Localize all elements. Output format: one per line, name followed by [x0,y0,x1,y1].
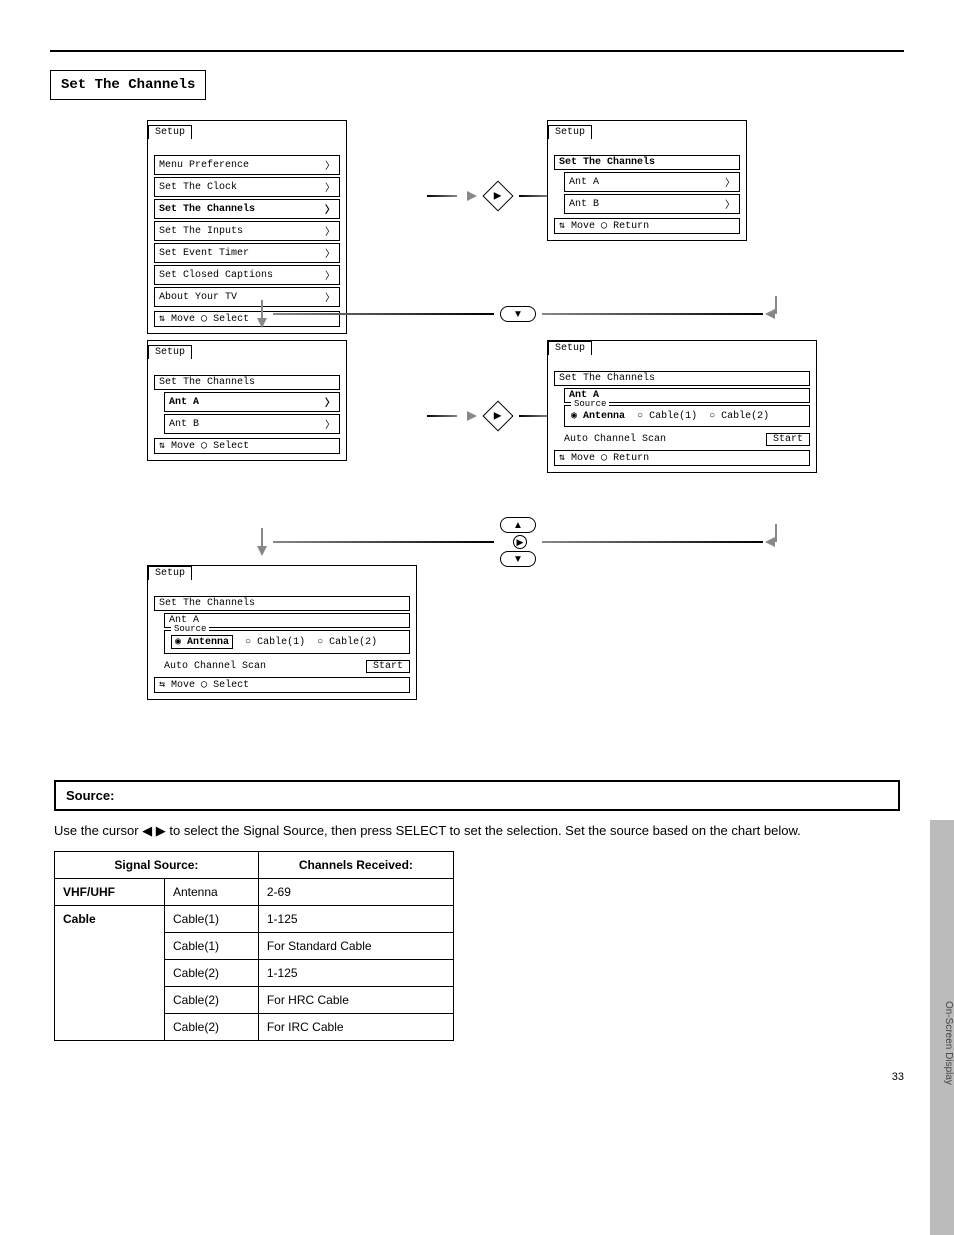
scan-label: Auto Channel Scan [164,661,266,672]
menu-footer: ⇆Move ◯Select [154,677,410,693]
submenu-title: Set The Channels [154,375,340,390]
menu-set-channels-sel: Setup Set The Channels Ant A〉 Ant B〉 ⇅Mo… [147,340,347,461]
leftright-icon: ⇆ [159,679,165,691]
fieldset-legend: Source [171,624,209,634]
chevron-right-icon: 〉 [325,245,335,261]
submenu-title: Set The Channels [554,371,810,386]
cursor-right-icon: ▶ [482,400,513,431]
chevron-right-icon: 〉 [325,223,335,239]
source-paragraph: Use the cursor ◀ ▶ to select the Signal … [54,821,900,841]
menu-item-selected[interactable]: Ant A〉 [164,392,340,412]
route-loop-2: ▲ ▶ ▼ [257,515,777,569]
route-loop-1: ▼ [257,300,777,328]
submenu-title: Set The Channels [154,596,410,611]
menu-ant-a-panel: Setup Set The Channels Ant A Source ◉ An… [547,340,817,473]
chevron-right-icon: 〉 [325,179,335,195]
menu-tab: Setup [148,345,192,359]
chevron-right-icon: 〉 [325,157,335,173]
chevron-right-icon: 〉 [725,196,735,212]
menu-item[interactable]: Ant B〉 [564,194,740,214]
radio-option[interactable]: ○ Cable(2) [709,411,769,422]
start-button[interactable]: Start [366,660,410,673]
menu-item[interactable]: Menu Preference〉 [154,155,340,175]
table-cell: Cable(1) [165,932,259,959]
menu-tab: Setup [548,125,592,139]
chevron-right-icon: 〉 [325,267,335,283]
table-cell: For IRC Cable [258,1013,453,1040]
cursor-down-pill: ▼ [500,551,536,567]
select-icon: ◯ [601,452,607,464]
table-cell: Cable(2) [165,1013,259,1040]
flow-diagram: Setup Menu Preference〉 Set The Clock〉 Se… [77,120,877,770]
table-cell: For HRC Cable [258,986,453,1013]
page-number: 33 [892,1071,904,1083]
menu-set-channels: Setup Set The Channels Ant A〉 Ant B〉 ⇅Mo… [547,120,747,241]
menu-ant-a-panel-2: Setup Set The Channels Ant A Source ◉ An… [147,565,417,700]
radio-option-selected[interactable]: ◉ Antenna [171,635,233,649]
divider [50,50,904,52]
menu-item[interactable]: Set The Clock〉 [154,177,340,197]
menu-footer: ⇅Move ◯Select [154,438,340,454]
updown-icon: ⇅ [559,452,565,464]
table-cell: Antenna [165,878,259,905]
source-table: Signal Source: Channels Received: VHF/UH… [54,851,454,1041]
menu-item[interactable]: Ant A〉 [564,172,740,192]
chevron-right-icon: 〉 [725,174,735,190]
section-heading: Set The Channels [50,70,206,100]
scan-label: Auto Channel Scan [564,434,666,445]
updown-icon: ⇅ [559,220,565,232]
table-cell: Cable [55,905,165,1040]
table-cell: 1-125 [258,959,453,986]
select-icon: ◯ [201,679,207,691]
select-icon: ◯ [601,220,607,232]
cursor-right-icon: ▶ [156,823,166,838]
cursor-up-pill: ▲ [500,517,536,533]
table-cell: VHF/UHF [55,878,165,905]
table-header: Signal Source: [55,851,259,878]
menu-item-selected[interactable]: Set The Channels〉 [154,199,340,219]
table-row: VHF/UHF Antenna 2-69 [55,878,454,905]
table-cell: For Standard Cable [258,932,453,959]
select-icon: ◯ [201,440,207,452]
table-header: Channels Received: [258,851,453,878]
source-fieldset: Source ◉ Antenna ○ Cable(1) ○ Cable(2) [164,630,410,654]
cursor-right-icon: ▶ [482,180,513,211]
radio-option[interactable]: ○ Cable(1) [637,411,697,422]
table-cell: 2-69 [258,878,453,905]
chevron-right-icon: 〉 [325,416,335,432]
menu-footer: ⇅Move ◯Return [554,450,810,466]
menu-footer: ⇅Move ◯Return [554,218,740,234]
menu-item[interactable]: Set Closed Captions〉 [154,265,340,285]
chevron-right-icon: 〉 [325,201,335,217]
cursor-left-icon: ◀ [142,823,152,838]
table-row: Cable Cable(1) 1-125 [55,905,454,932]
updown-icon: ⇅ [159,313,165,325]
menu-tab: Setup [148,566,192,580]
table-cell: Cable(2) [165,959,259,986]
select-icon: ◯ [201,313,207,325]
table-cell: Cable(2) [165,986,259,1013]
updown-icon: ⇅ [159,440,165,452]
source-fieldset: Source ◉ Antenna ○ Cable(1) ○ Cable(2) [564,405,810,427]
start-button[interactable]: Start [766,433,810,446]
chevron-right-icon: 〉 [325,394,335,410]
radio-option[interactable]: ○ Cable(1) [245,637,305,648]
cursor-down-pill: ▼ [500,306,536,322]
source-heading: Source: [54,780,900,811]
radio-option[interactable]: ○ Cable(2) [317,637,377,648]
sidebar-tab: On-Screen Display [930,820,954,1235]
menu-item[interactable]: Set Event Timer〉 [154,243,340,263]
submenu-title: Set The Channels [554,155,740,170]
table-cell: 1-125 [258,905,453,932]
table-cell: Cable(1) [165,905,259,932]
menu-tab: Setup [148,125,192,139]
menu-tab: Setup [548,341,592,355]
cursor-right-icon: ▶ [513,535,527,549]
menu-item[interactable]: Set The Inputs〉 [154,221,340,241]
radio-option-selected[interactable]: ◉ Antenna [571,410,625,422]
menu-item[interactable]: Ant B〉 [164,414,340,434]
fieldset-legend: Source [571,399,609,409]
